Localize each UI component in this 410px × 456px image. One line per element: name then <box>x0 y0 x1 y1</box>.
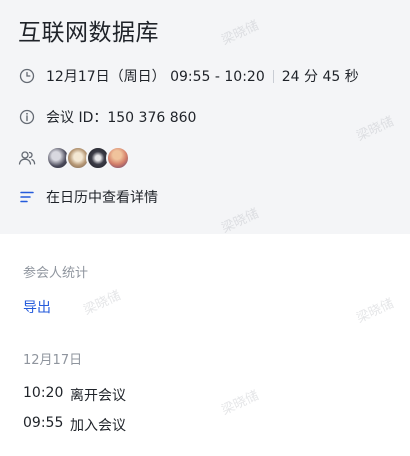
participants-icon <box>18 149 36 167</box>
event-time: 10:20 <box>23 385 64 401</box>
view-in-calendar-link[interactable]: 在日历中查看详情 <box>46 187 158 207</box>
stats-date-label: 12月17日 <box>23 353 83 368</box>
meeting-time-row: 12月17日（周日） 09:55 - 10:20 24 分 45 秒 <box>18 66 359 86</box>
attendee-stats-label: 参会人统计 <box>23 266 89 281</box>
watermark: 梁晓储 <box>81 288 124 319</box>
divider <box>272 69 274 83</box>
participants-row <box>18 146 130 170</box>
meeting-id-row: 会议 ID：150 376 860 <box>18 107 196 127</box>
avatar[interactable] <box>106 146 130 170</box>
event-action: 离开会议 <box>70 388 126 404</box>
meeting-time-range: 12月17日（周日） 09:55 - 10:20 <box>46 69 265 85</box>
meeting-title: 互联网数据库 <box>18 20 159 46</box>
event-action: 加入会议 <box>70 418 126 434</box>
meeting-duration: 24 分 45 秒 <box>281 69 359 85</box>
watermark: 梁晓储 <box>219 388 262 419</box>
list-icon <box>18 188 36 206</box>
info-icon <box>18 108 36 126</box>
list-item: 09:55 加入会议 <box>23 415 126 435</box>
list-item: 10:20 离开会议 <box>23 385 126 405</box>
calendar-link-row[interactable]: 在日历中查看详情 <box>18 187 158 207</box>
export-link[interactable]: 导出 <box>23 297 51 317</box>
meeting-id[interactable]: 会议 ID：150 376 860 <box>46 107 196 127</box>
clock-icon <box>18 67 36 85</box>
watermark: 梁晓储 <box>354 296 397 327</box>
meeting-header: 互联网数据库 12月17日（周日） 09:55 - 10:20 24 分 45 … <box>0 0 410 234</box>
event-time: 09:55 <box>23 415 64 431</box>
participant-avatars[interactable] <box>46 146 130 170</box>
